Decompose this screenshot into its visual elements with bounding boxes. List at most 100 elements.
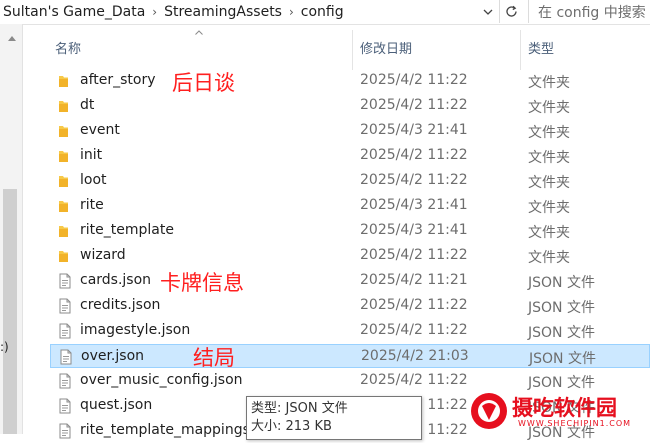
file-name: rite_template_mappings xyxy=(80,422,250,438)
file-name: dt xyxy=(80,97,95,113)
table-row[interactable]: rite_template 2025/4/3 21:41 文件夹 xyxy=(50,219,650,243)
column-date-modified[interactable]: 修改日期 xyxy=(360,38,412,57)
folder-icon xyxy=(59,126,68,137)
table-row[interactable]: over.json 2025/4/2 21:03 JSON 文件 xyxy=(50,344,650,368)
table-row[interactable]: credits.json 2025/4/2 11:22 JSON 文件 xyxy=(50,294,650,318)
table-row[interactable]: after_story 2025/4/2 11:22 文件夹 xyxy=(50,69,650,93)
json-file-icon xyxy=(59,323,71,339)
json-file-icon xyxy=(59,423,71,439)
table-row[interactable]: cards.json 2025/4/2 11:21 JSON 文件 xyxy=(50,269,650,293)
file-date-modified: 2025/4/2 11:22 xyxy=(360,72,468,88)
sort-ascending-icon xyxy=(195,30,203,35)
json-file-icon xyxy=(59,373,71,389)
file-type: JSON 文件 xyxy=(528,275,595,291)
file-name: loot xyxy=(80,172,107,188)
file-type: 文件夹 xyxy=(528,125,570,141)
file-type: JSON 文件 xyxy=(528,300,595,316)
file-name: imagestyle.json xyxy=(80,322,191,338)
nav-drive-label[interactable]: :) xyxy=(0,340,9,354)
table-row[interactable]: wizard 2025/4/2 11:22 文件夹 xyxy=(50,244,650,268)
file-name: event xyxy=(80,122,120,138)
navigation-pane: :) xyxy=(0,24,23,434)
folder-icon xyxy=(59,176,68,187)
file-date-modified: 2025/4/2 11:22 xyxy=(360,247,468,263)
watermark-logo-icon xyxy=(471,393,507,429)
annotation-cards: 卡牌信息 xyxy=(160,271,244,295)
chevron-right-icon[interactable]: › xyxy=(148,5,161,19)
file-type: 文件夹 xyxy=(528,225,570,241)
breadcrumb-sultans-game-data[interactable]: Sultan's Game_Data xyxy=(0,4,148,20)
file-type: 文件夹 xyxy=(528,200,570,216)
watermark-url: WWW.SHECHIPIN1.COM xyxy=(518,419,632,428)
table-row[interactable]: init 2025/4/2 11:22 文件夹 xyxy=(50,144,650,168)
file-name: credits.json xyxy=(80,297,161,313)
file-name: wizard xyxy=(80,247,126,263)
file-name: rite xyxy=(80,197,104,213)
file-date-modified: 2025/4/2 11:22 xyxy=(360,172,468,188)
file-type: JSON 文件 xyxy=(528,325,595,341)
table-row[interactable]: imagestyle.json 2025/4/2 11:22 JSON 文件 xyxy=(50,319,650,343)
file-type: 文件夹 xyxy=(528,175,570,191)
folder-icon xyxy=(59,76,68,87)
folder-icon xyxy=(59,151,68,162)
file-type: 文件夹 xyxy=(528,75,570,91)
address-bar: Sultan's Game_Data › StreamingAssets › c… xyxy=(0,0,650,25)
file-type: 文件夹 xyxy=(528,250,570,266)
annotation-over: 结局 xyxy=(193,346,235,370)
file-list: after_story 2025/4/2 11:22 文件夹 dt 2025/4/2 1… xyxy=(22,69,650,441)
json-file-icon xyxy=(59,273,71,289)
refresh-button[interactable] xyxy=(499,0,522,23)
site-watermark: 摄吃软件园 WWW.SHECHIPIN1.COM xyxy=(466,388,650,434)
file-date-modified: 2025/4/2 11:22 xyxy=(360,97,468,113)
column-divider[interactable] xyxy=(520,30,521,70)
file-name: over.json xyxy=(81,348,145,364)
scroll-up-icon[interactable] xyxy=(8,36,16,41)
file-date-modified: 2025/4/2 11:21 xyxy=(360,272,468,288)
table-row[interactable]: dt 2025/4/2 11:22 文件夹 xyxy=(50,94,650,118)
folder-icon xyxy=(59,251,68,262)
file-date-modified: 2025/4/3 21:41 xyxy=(360,222,468,238)
file-date-modified: 2025/4/2 11:22 xyxy=(360,297,468,313)
file-tooltip: 类型: JSON 文件 大小: 213 KB xyxy=(246,396,422,440)
folder-icon xyxy=(59,101,68,112)
table-row[interactable]: event 2025/4/3 21:41 文件夹 xyxy=(50,119,650,143)
breadcrumb-config[interactable]: config xyxy=(298,4,347,20)
tooltip-type: 类型: JSON 文件 xyxy=(251,401,348,416)
breadcrumb-streamingassets[interactable]: StreamingAssets xyxy=(161,4,285,20)
file-date-modified: 2025/4/3 21:41 xyxy=(360,122,468,138)
folder-icon xyxy=(59,226,68,237)
file-name: cards.json xyxy=(80,272,152,288)
watermark-text: 摄吃软件园 xyxy=(512,396,617,420)
annotation-after-story: 后日谈 xyxy=(172,71,235,95)
column-type[interactable]: 类型 xyxy=(528,38,554,57)
file-date-modified: 2025/4/3 21:41 xyxy=(360,197,468,213)
refresh-icon xyxy=(505,5,517,17)
column-header: 名称 修改日期 类型 xyxy=(22,24,650,70)
column-divider[interactable] xyxy=(352,30,353,70)
file-date-modified: 2025/4/2 21:03 xyxy=(361,348,469,364)
address-history-button[interactable] xyxy=(478,0,498,23)
search-input[interactable]: 在 config 中搜索 xyxy=(528,0,650,23)
file-name: rite_template xyxy=(80,222,174,238)
column-name[interactable]: 名称 xyxy=(55,38,81,57)
file-name: init xyxy=(80,147,103,163)
json-file-icon xyxy=(60,349,72,365)
file-name: over_music_config.json xyxy=(80,372,243,388)
nav-scrollbar-thumb[interactable] xyxy=(3,189,17,434)
file-type: JSON 文件 xyxy=(529,351,596,367)
chevron-right-icon[interactable]: › xyxy=(285,5,298,19)
file-date-modified: 2025/4/2 11:22 xyxy=(360,322,468,338)
json-file-icon xyxy=(59,298,71,314)
chevron-down-icon xyxy=(483,9,493,15)
breadcrumb: Sultan's Game_Data › StreamingAssets › c… xyxy=(0,0,478,23)
file-date-modified: 2025/4/2 11:22 xyxy=(360,372,468,388)
json-file-icon xyxy=(59,398,71,414)
tooltip-size: 大小: 213 KB xyxy=(251,419,332,434)
table-row[interactable]: loot 2025/4/2 11:22 文件夹 xyxy=(50,169,650,193)
table-row[interactable]: rite 2025/4/3 21:41 文件夹 xyxy=(50,194,650,218)
file-type: 文件夹 xyxy=(528,150,570,166)
file-name: quest.json xyxy=(80,397,153,413)
file-date-modified: 2025/4/2 11:22 xyxy=(360,147,468,163)
file-type: 文件夹 xyxy=(528,100,570,116)
file-name: after_story xyxy=(80,72,156,88)
